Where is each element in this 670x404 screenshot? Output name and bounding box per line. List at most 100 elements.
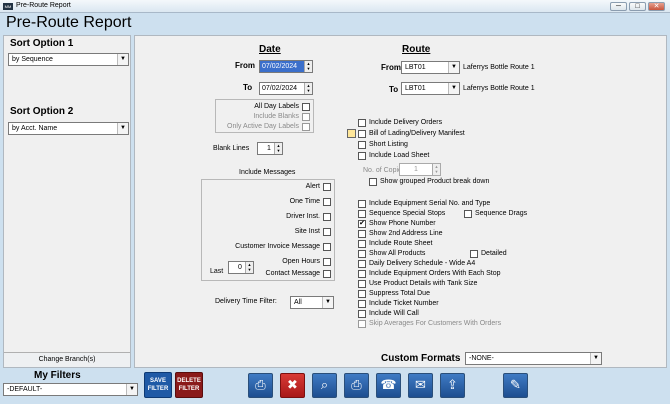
document-icon — [347, 129, 356, 138]
close-x-icon[interactable]: ✖ — [280, 373, 305, 398]
only-active-day-labels-label: Only Active Day Labels — [227, 123, 299, 130]
last-value: 0 — [238, 264, 242, 271]
spin-arrows-icon: ▲ ▼ — [245, 262, 253, 273]
envelope-icon[interactable]: ✉ — [408, 373, 433, 398]
message-customer-invoice-checkbox[interactable] — [323, 243, 331, 251]
include-load-sheet-label: Include Load Sheet — [369, 152, 430, 159]
include-route-sheet-label: Include Route Sheet — [369, 240, 433, 247]
message-site-inst-checkbox[interactable] — [323, 228, 331, 236]
day-labels-group: All Day Labels Include Blanks Only Activ… — [215, 99, 314, 133]
sort-option-2-value: by Acct. Name — [12, 125, 58, 132]
short-listing-checkbox[interactable] — [358, 141, 366, 149]
maximize-button[interactable]: □ — [629, 2, 646, 11]
edit-document-icon[interactable]: ✎ — [503, 373, 528, 398]
upload-icon[interactable]: ⇪ — [440, 373, 465, 398]
all-day-labels-checkbox[interactable] — [302, 103, 310, 111]
date-from-label: From — [235, 61, 255, 70]
date-to-value: 07/02/2024 — [262, 85, 298, 92]
include-blanks-label: Include Blanks — [253, 113, 299, 120]
sequence-drags-label: Sequence Drags — [475, 210, 528, 217]
detailed-label: Detailed — [481, 250, 507, 257]
blank-lines-label: Blank Lines — [213, 145, 250, 152]
close-button[interactable]: ✕ — [648, 2, 665, 11]
spin-arrows-icon: ▲ ▼ — [274, 143, 282, 154]
sequence-special-stops-label: Sequence Special Stops — [369, 210, 446, 217]
delivery-time-filter-label: Delivery Time Filter: — [215, 298, 277, 305]
magnifier-icon[interactable]: ⌕ — [312, 373, 337, 398]
blank-lines-value: 1 — [267, 145, 271, 152]
window-title: Pre-Route Report — [16, 2, 71, 9]
sort-option-1-value: by Sequence — [12, 56, 53, 63]
main-panel: Date From 07/02/2024 ▲ ▼ To 07/02/2024 ▲ ▼… — [134, 35, 667, 368]
save-filter-button[interactable]: SAVE FILTER — [144, 372, 172, 398]
skip-averages-checkbox[interactable] — [358, 320, 366, 328]
route-from-select[interactable]: LBT01 ▼ — [401, 61, 460, 74]
show-2nd-address-label: Show 2nd Address Line — [369, 230, 443, 237]
last-stepper[interactable]: 0 ▲ ▼ — [228, 261, 254, 274]
message-driver-inst-checkbox[interactable] — [323, 213, 331, 221]
my-filters-select[interactable]: -DEFAULT- ▼ — [3, 383, 138, 396]
message-contact-checkbox[interactable] — [323, 270, 331, 278]
show-all-products-label: Show All Products — [369, 250, 426, 257]
change-branch-button[interactable]: Change Branch(s) — [4, 352, 130, 367]
number-of-copies-stepper[interactable]: 1 ▲ ▼ — [399, 163, 441, 176]
include-delivery-orders-checkbox[interactable] — [358, 119, 366, 127]
show-phone-number-checkbox[interactable]: ✔ — [358, 220, 366, 228]
sort-option-2-select[interactable]: by Acct. Name ▼ — [8, 122, 129, 135]
equipment-orders-label: Include Equipment Orders With Each Stop — [369, 270, 501, 277]
include-delivery-orders-label: Include Delivery Orders — [369, 119, 443, 126]
show-2nd-address-checkbox[interactable] — [358, 230, 366, 238]
printer-icon[interactable]: ⎙ — [248, 373, 273, 398]
sequence-drags-checkbox[interactable] — [464, 210, 472, 218]
equipment-orders-checkbox[interactable] — [358, 270, 366, 278]
include-will-call-label: Include Will Call — [369, 310, 419, 317]
show-grouped-product-label: Show grouped Product break down — [380, 178, 490, 185]
date-header: Date — [259, 44, 281, 55]
message-alert-checkbox[interactable] — [323, 183, 331, 191]
message-driver-inst-label: Driver Inst. — [286, 213, 320, 220]
my-filters-label: My Filters — [34, 370, 81, 381]
suppress-total-due-label: Suppress Total Due — [369, 290, 430, 297]
include-will-call-checkbox[interactable] — [358, 310, 366, 318]
route-from-name: Laferrys Bottle Route 1 — [463, 64, 535, 71]
message-customer-invoice-label: Customer Invoice Message — [235, 243, 320, 250]
only-active-day-labels-checkbox[interactable] — [302, 123, 310, 131]
fax-icon[interactable]: ☎ — [376, 373, 401, 398]
delete-filter-button[interactable]: DELETE FILTER — [175, 372, 203, 398]
sidebar: Sort Option 1 by Sequence ▼ Sort Option … — [3, 35, 131, 368]
delivery-time-filter-select[interactable]: All ▼ — [290, 296, 334, 309]
message-one-time-checkbox[interactable] — [323, 198, 331, 206]
sort-option-2-label: Sort Option 2 — [10, 106, 74, 117]
sort-option-1-label: Sort Option 1 — [10, 38, 74, 49]
print-preview-icon[interactable]: ⎙ — [344, 373, 369, 398]
suppress-total-due-checkbox[interactable] — [358, 290, 366, 298]
include-route-sheet-checkbox[interactable] — [358, 240, 366, 248]
equipment-serial-checkbox[interactable] — [358, 200, 366, 208]
blank-lines-stepper[interactable]: 1 ▲ ▼ — [257, 142, 283, 155]
sort-option-1-select[interactable]: by Sequence ▼ — [8, 53, 129, 66]
date-from-input[interactable]: 07/02/2024 ▲ ▼ — [259, 60, 313, 73]
detailed-checkbox[interactable] — [470, 250, 478, 258]
minimize-button[interactable]: ─ — [610, 2, 627, 11]
message-open-hours-checkbox[interactable] — [323, 258, 331, 266]
bill-of-lading-checkbox[interactable] — [358, 130, 366, 138]
date-to-input[interactable]: 07/02/2024 ▲ ▼ — [259, 82, 313, 95]
include-ticket-number-checkbox[interactable] — [358, 300, 366, 308]
chevron-down-icon: ▼ — [322, 297, 333, 308]
use-product-details-checkbox[interactable] — [358, 280, 366, 288]
message-alert-label: Alert — [305, 183, 320, 190]
bill-of-lading-label: Bill of Lading/Delivery Manifest — [369, 130, 465, 137]
custom-formats-select[interactable]: -NONE- ▼ — [465, 352, 602, 365]
message-contact-label: Contact Message — [265, 270, 320, 277]
include-load-sheet-checkbox[interactable] — [358, 152, 366, 160]
route-to-name: Laferrys Bottle Route 1 — [463, 85, 535, 92]
include-messages-group: Alert One Time Driver Inst. Site Inst Cu… — [201, 179, 335, 281]
include-messages-header: Include Messages — [239, 169, 296, 176]
show-grouped-product-checkbox[interactable] — [369, 178, 377, 186]
sequence-special-stops-checkbox[interactable] — [358, 210, 366, 218]
show-all-products-checkbox[interactable] — [358, 250, 366, 258]
include-blanks-checkbox[interactable] — [302, 113, 310, 121]
route-to-select[interactable]: LBT01 ▼ — [401, 82, 460, 95]
daily-delivery-schedule-checkbox[interactable] — [358, 260, 366, 268]
daily-delivery-schedule-label: Daily Delivery Schedule - Wide A4 — [369, 260, 476, 267]
